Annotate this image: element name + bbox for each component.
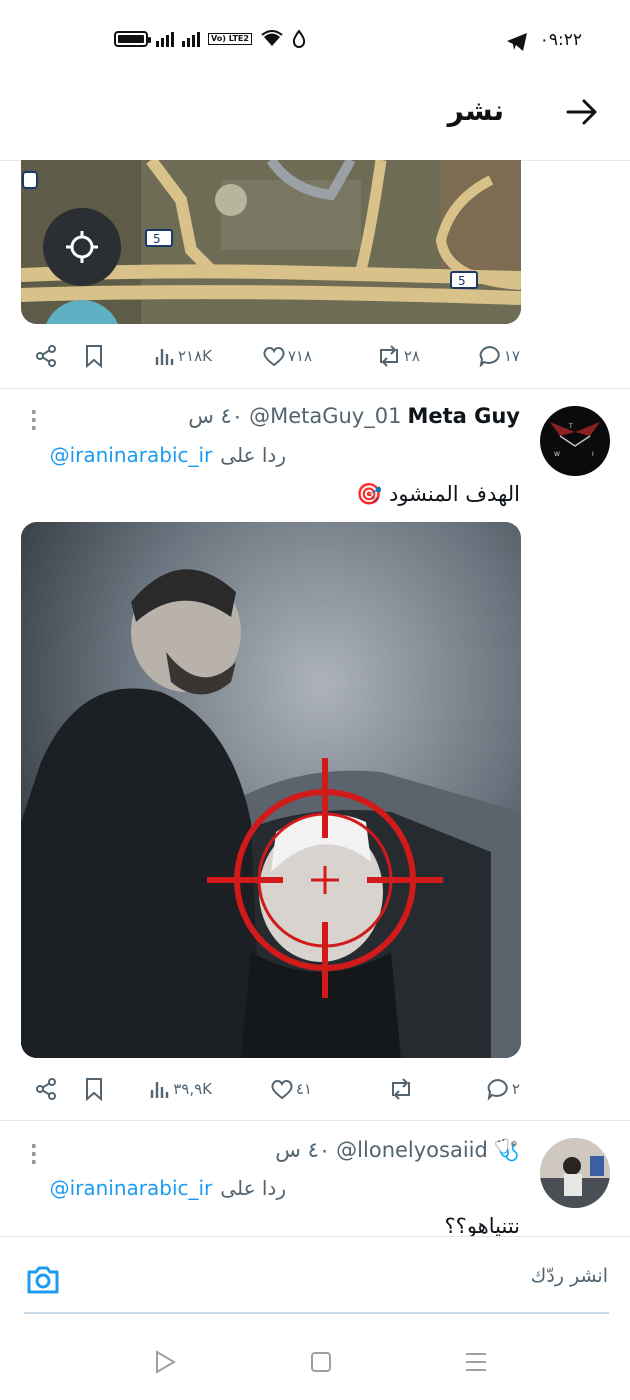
- top-header: نشر: [0, 80, 630, 161]
- divider: [0, 1120, 630, 1121]
- views-count: ٣٩,٩K: [173, 1080, 212, 1098]
- reply-icon: [487, 1078, 508, 1100]
- page-title: نشر: [447, 94, 504, 127]
- more-options-icon[interactable]: · · ·: [30, 1136, 38, 1172]
- system-nav-bar: [0, 1330, 630, 1400]
- compose-underline: [24, 1312, 609, 1314]
- tweet-time: ٤٠ س: [188, 404, 244, 428]
- retweet-icon: [379, 345, 398, 367]
- retweet-button[interactable]: ٢٨: [376, 336, 420, 376]
- signal-2-icon: [182, 31, 200, 47]
- locate-button[interactable]: [43, 208, 121, 286]
- map-image[interactable]: 5 5: [21, 160, 521, 324]
- like-count: ٤١: [295, 1080, 312, 1098]
- user-handle[interactable]: @MetaGuy_01: [249, 404, 401, 428]
- retweet-button[interactable]: [388, 1069, 416, 1109]
- views-icon: [155, 349, 174, 365]
- tweet-header: Meta Guy @MetaGuy_01 ٤٠ س: [188, 404, 520, 428]
- battery-icon: [114, 31, 151, 47]
- tweet-header: 🩺 @llonelyosaiid ٤٠ س: [275, 1138, 520, 1163]
- reply-button[interactable]: ١٧: [478, 336, 520, 376]
- tweet-text: الهدف المنشود 🎯: [356, 482, 520, 506]
- svg-text:T: T: [568, 423, 573, 430]
- share-icon[interactable]: [34, 344, 58, 368]
- more-options-icon[interactable]: · · ·: [30, 402, 38, 438]
- svg-text:5: 5: [153, 232, 161, 246]
- svg-text:I: I: [592, 451, 594, 458]
- status-bar: Vo) LTE2 ٠٩:٢٢: [0, 0, 630, 80]
- views-button[interactable]: ٢١٨K: [154, 336, 212, 376]
- status-time: ٠٩:٢٢: [539, 30, 582, 50]
- back-arrow-icon[interactable]: [564, 94, 600, 130]
- bookmark-icon[interactable]: [84, 1077, 104, 1101]
- reply-input[interactable]: انشر ردّك: [531, 1265, 608, 1287]
- reply-count: ١٧: [503, 347, 520, 365]
- like-count: ٧١٨: [287, 347, 312, 365]
- wifi-icon: [261, 30, 283, 46]
- status-icons: Vo) LTE2: [114, 30, 306, 48]
- reply-compose-bar: انشر ردّك: [0, 1236, 630, 1315]
- tweet-actions-1: ١٧ ٢٨ ٧١٨ ٢١٨K: [0, 336, 630, 376]
- reply-prefix: ردا على: [220, 1176, 286, 1200]
- svg-text:W: W: [554, 451, 560, 458]
- camera-icon[interactable]: [26, 1265, 60, 1295]
- tweet-time: ٤٠ س: [275, 1138, 331, 1162]
- volte-icon: Vo) LTE2: [208, 33, 252, 45]
- data-saver-icon: [292, 30, 306, 48]
- views-button[interactable]: ٣٩,٩K: [149, 1069, 212, 1109]
- avatar[interactable]: [540, 1138, 610, 1208]
- tweet-actions-2: ٢ ٤١ ٣٩,٩K: [0, 1069, 630, 1109]
- reply-context: ردا على @iraninarabic_ir: [50, 1176, 286, 1200]
- signal-icon: [156, 31, 174, 47]
- retweet-icon: [392, 1078, 410, 1100]
- reply-icon: [479, 345, 500, 367]
- reply-button[interactable]: ٢: [486, 1069, 520, 1109]
- share-icon[interactable]: [34, 1077, 58, 1101]
- reply-context: ردا على @iraninarabic_ir: [50, 443, 286, 467]
- bookmark-icon[interactable]: [84, 344, 104, 368]
- views-count: ٢١٨K: [177, 347, 212, 365]
- like-button[interactable]: ٧١٨: [262, 336, 312, 376]
- heart-icon: [263, 347, 285, 367]
- back-nav-icon[interactable]: [154, 1350, 176, 1374]
- reply-count: ٢: [511, 1080, 520, 1098]
- telegram-icon: [507, 33, 527, 51]
- divider: [0, 388, 630, 389]
- heart-icon: [271, 1080, 293, 1100]
- like-button[interactable]: ٤١: [270, 1069, 312, 1109]
- reply-prefix: ردا على: [220, 443, 286, 467]
- avatar-logo: T W I: [550, 422, 600, 458]
- crosshair-icon: [66, 231, 98, 263]
- views-icon: [151, 1082, 169, 1098]
- menu-nav-icon[interactable]: [464, 1350, 488, 1374]
- tweet-text: نتنياهو؟؟: [444, 1214, 520, 1236]
- display-name[interactable]: 🩺: [494, 1138, 520, 1163]
- avatar-photo: [540, 1138, 610, 1208]
- tweet-photo[interactable]: [21, 522, 521, 1058]
- svg-text:5: 5: [458, 274, 466, 288]
- reply-to-link[interactable]: @iraninarabic_ir: [50, 443, 213, 467]
- retweet-count: ٢٨: [403, 347, 420, 365]
- reply-to-link[interactable]: @iraninarabic_ir: [50, 1176, 213, 1200]
- avatar[interactable]: T W I: [540, 406, 610, 476]
- home-nav-icon[interactable]: [310, 1351, 332, 1373]
- user-handle[interactable]: @llonelyosaiid: [336, 1138, 488, 1162]
- display-name[interactable]: Meta Guy: [407, 404, 520, 428]
